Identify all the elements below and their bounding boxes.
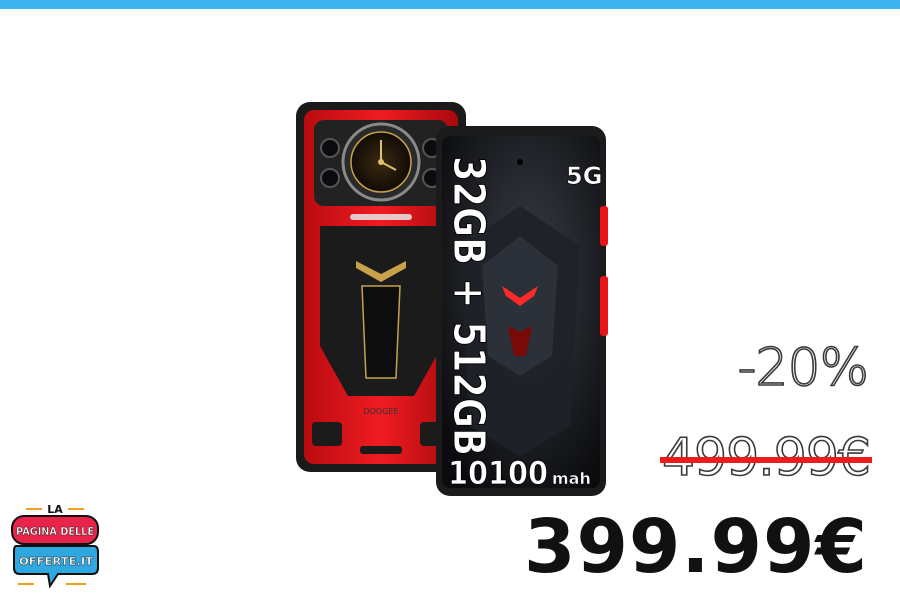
battery-number-label: 10100 bbox=[448, 454, 548, 492]
svg-text:DOOGEE: DOOGEE bbox=[363, 407, 398, 416]
site-logo: LA PAGINA DELLE OFFERTE.IT bbox=[11, 503, 99, 589]
camera-lens-icon bbox=[320, 138, 340, 158]
svg-text:PAGINA DELLE: PAGINA DELLE bbox=[16, 525, 94, 538]
new-price: 399.99€ bbox=[523, 504, 868, 590]
battery-unit-label: mah bbox=[552, 469, 591, 488]
top-accent-bar bbox=[0, 0, 900, 9]
memory-spec-label: 32GB + 512GB bbox=[443, 156, 495, 457]
discount-percentage: -20% bbox=[737, 337, 870, 399]
svg-text:LA: LA bbox=[47, 503, 63, 516]
network-5g-label: 5G bbox=[566, 162, 602, 190]
strikethrough-line bbox=[659, 457, 872, 463]
product-image: DOOGEE 32GB + 512GB 5G 10100 mah bbox=[296, 102, 608, 496]
svg-text:OFFERTE.IT: OFFERTE.IT bbox=[19, 555, 94, 568]
svg-text:32GB + 512GB: 32GB + 512GB bbox=[443, 156, 494, 456]
old-price: 499.99€ bbox=[659, 427, 872, 489]
